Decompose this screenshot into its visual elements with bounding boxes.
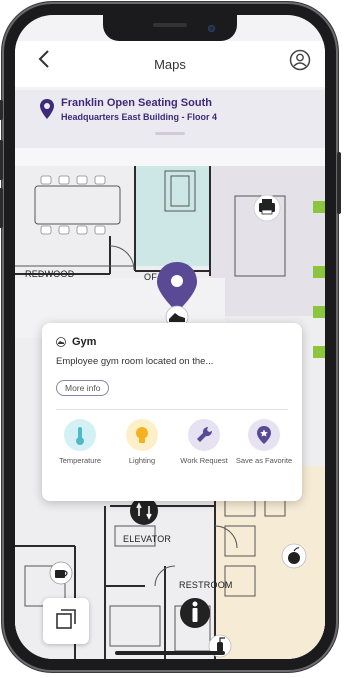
lighting-label: Lighting	[128, 456, 156, 465]
more-info-button[interactable]: More info	[56, 380, 110, 396]
work-request-label: Work Request	[180, 456, 228, 465]
lightbulb-icon	[136, 427, 148, 443]
lighting-icon-circle	[126, 419, 158, 451]
power-button	[337, 152, 341, 214]
work-request-button[interactable]: Work Request	[174, 419, 234, 465]
work-request-icon-circle	[188, 419, 220, 451]
drag-handle[interactable]	[155, 132, 185, 135]
layers-icon	[56, 609, 76, 629]
temperature-button[interactable]: Temperature	[50, 419, 110, 465]
lighting-button[interactable]: Lighting	[112, 419, 172, 465]
room-label-redwood: REDWOOD	[25, 269, 75, 279]
location-subtitle: Headquarters East Building - Floor 4	[61, 112, 218, 122]
coffee-icon	[49, 561, 73, 585]
volume-up-button	[0, 140, 3, 180]
location-bar[interactable]: Franklin Open Seating South Headquarters…	[15, 90, 325, 148]
profile-icon[interactable]	[289, 49, 311, 71]
space-description: Employee gym room located on the...	[56, 356, 214, 367]
room-label-elevator: ELEVATOR	[123, 534, 172, 544]
room-label-restroom: RESTROOM	[179, 580, 233, 590]
camera	[208, 25, 215, 32]
floor-selector-button[interactable]	[43, 598, 89, 644]
notch	[103, 15, 237, 41]
printer-icon	[253, 194, 281, 222]
save-favorite-button[interactable]: Save as Favorite	[234, 419, 294, 465]
wrench-icon	[197, 426, 213, 442]
save-favorite-label: Save as Favorite	[235, 456, 293, 465]
divider	[56, 409, 288, 410]
apple-icon	[281, 543, 307, 569]
restroom-icon	[180, 598, 210, 628]
temperature-icon-circle	[64, 419, 96, 451]
location-title: Franklin Open Seating South	[61, 97, 212, 109]
location-pin-icon	[40, 99, 54, 119]
space-title: Gym	[72, 336, 97, 348]
app-header: Maps	[15, 41, 325, 87]
volume-down-button	[0, 188, 3, 228]
elevator-icon	[130, 497, 158, 525]
favorite-icon-circle	[248, 419, 280, 451]
room-label-of: OF	[144, 272, 157, 282]
phone-frame: REDWOOD OF ELEVATOR RESTROOM Maps Frankl…	[0, 2, 341, 672]
home-indicator[interactable]	[115, 651, 225, 655]
temperature-label: Temperature	[58, 456, 102, 465]
speaker	[153, 23, 187, 27]
space-info-card: Gym Employee gym room located on the... …	[42, 323, 302, 501]
header-spacer	[15, 148, 325, 166]
thermometer-icon	[76, 427, 84, 445]
gym-shoe-icon	[56, 337, 66, 347]
mute-switch	[0, 100, 3, 120]
screen: REDWOOD OF ELEVATOR RESTROOM Maps Frankl…	[15, 15, 325, 659]
star-pin-icon	[257, 426, 271, 444]
page-title: Maps	[154, 57, 186, 72]
